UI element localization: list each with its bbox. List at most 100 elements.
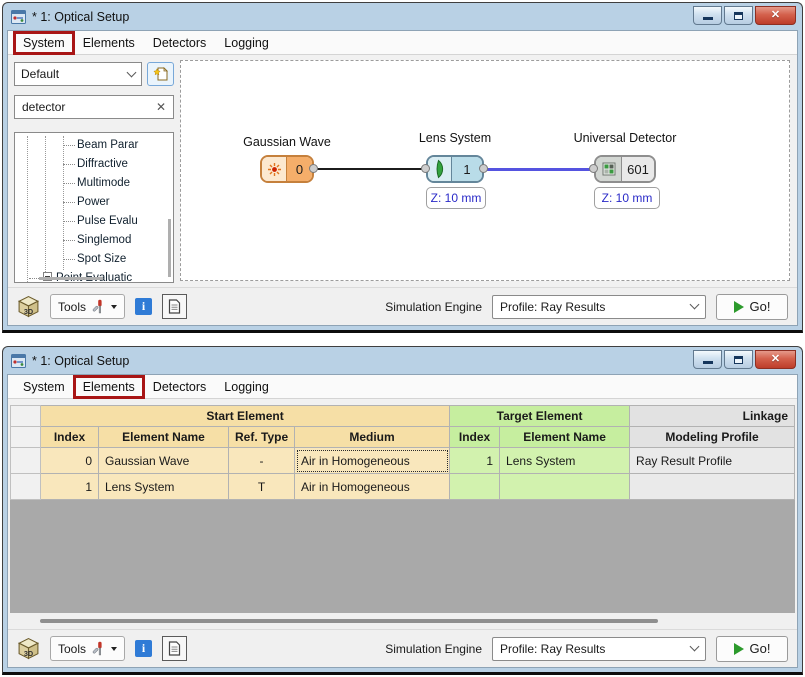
tree-item[interactable]: Beam Parar — [15, 136, 173, 155]
cell-ref-type[interactable]: T — [229, 474, 295, 500]
tab-elements[interactable]: Elements — [74, 32, 144, 54]
lens-output-port[interactable] — [479, 164, 488, 173]
scrollbar-thumb[interactable] — [40, 619, 658, 623]
restore-button[interactable] — [724, 6, 753, 25]
optical-setup-window-system: * 1: Optical Setup ✕ System Elements Det… — [2, 2, 803, 333]
start-element-group-header: Start Element — [41, 406, 450, 427]
tab-detectors[interactable]: Detectors — [144, 376, 216, 398]
tree-item[interactable]: Power — [15, 193, 173, 212]
close-button[interactable]: ✕ — [755, 6, 796, 25]
info-icon: i — [142, 641, 145, 656]
play-icon — [734, 301, 744, 313]
table-row: 1 Lens System T Air in Homogeneous — [11, 474, 795, 500]
cell-index[interactable]: 0 — [41, 448, 99, 474]
lens-z-position-badge[interactable]: Z: 10 mm — [426, 187, 486, 209]
tab-system[interactable]: System — [14, 376, 74, 398]
tree-item[interactable]: Diffractive — [15, 155, 173, 174]
tree-item-parent[interactable]: Point Evaluatic — [15, 269, 173, 283]
tree-vertical-scrollbar[interactable] — [168, 219, 171, 277]
cell-modeling-profile[interactable] — [630, 474, 795, 500]
cell-target-element-name[interactable]: Lens System — [500, 448, 630, 474]
universal-detector-node[interactable]: 601 — [594, 155, 656, 183]
cell-medium[interactable]: Air in Homogeneous — [295, 448, 450, 474]
tree-item-label: Singlemod — [77, 234, 131, 246]
comments-button[interactable] — [162, 294, 187, 319]
minimize-button[interactable] — [693, 350, 722, 369]
detector-node-index: 601 — [622, 157, 654, 181]
close-button[interactable]: ✕ — [755, 350, 796, 369]
minimize-icon — [703, 17, 713, 20]
cell-target-element-name[interactable] — [500, 474, 630, 500]
tools-button-label: Tools — [58, 300, 86, 314]
search-input[interactable]: detector ✕ — [14, 95, 174, 119]
lens-system-node[interactable]: 1 — [426, 155, 484, 183]
target-element-group-header: Target Element — [450, 406, 630, 427]
chevron-down-icon — [690, 300, 700, 310]
tree-item[interactable]: Singlemod — [15, 231, 173, 250]
titlebar[interactable]: * 1: Optical Setup ✕ — [3, 347, 802, 372]
document-icon — [168, 299, 181, 314]
gaussian-wave-node[interactable]: 0 — [260, 155, 314, 183]
tab-elements[interactable]: Elements — [74, 376, 144, 398]
cell-element-name[interactable]: Lens System — [99, 474, 229, 500]
window-client-area: System Elements Detectors Logging Start … — [7, 374, 798, 668]
lens-node-index: 1 — [452, 157, 482, 181]
detector-input-port[interactable] — [589, 164, 598, 173]
search-value: detector — [22, 100, 65, 114]
window-title: * 1: Optical Setup — [32, 10, 129, 24]
info-icon: i — [142, 299, 145, 314]
tree-item[interactable]: Pulse Evalu — [15, 212, 173, 231]
cell-target-index[interactable] — [450, 474, 500, 500]
minimize-button[interactable] — [693, 6, 722, 25]
go-button[interactable]: Go! — [716, 636, 788, 662]
cell-element-name[interactable]: Gaussian Wave — [99, 448, 229, 474]
cell-modeling-profile[interactable]: Ray Result Profile — [630, 448, 795, 474]
source-output-port[interactable] — [309, 164, 318, 173]
col-header-target-element-name: Element Name — [500, 427, 630, 448]
optical-setup-canvas[interactable]: Gaussian Wave Lens System Universal Dete… — [180, 60, 790, 281]
go-button[interactable]: Go! — [716, 294, 788, 320]
document-icon — [168, 641, 181, 656]
tree-item[interactable]: Multimode — [15, 174, 173, 193]
tab-system[interactable]: System — [14, 32, 74, 54]
new-preset-button[interactable] — [147, 62, 174, 86]
simulation-engine-dropdown[interactable]: Profile: Ray Results — [492, 637, 706, 661]
row-selector[interactable] — [11, 474, 41, 500]
restore-button[interactable] — [724, 350, 753, 369]
detector-z-position-badge[interactable]: Z: 10 mm — [594, 187, 660, 209]
tab-logging[interactable]: Logging — [215, 376, 278, 398]
cell-ref-type[interactable]: - — [229, 448, 295, 474]
preset-dropdown[interactable]: Default — [14, 62, 142, 86]
tree-item[interactable]: Spot Size — [15, 250, 173, 269]
row-selector[interactable] — [11, 448, 41, 474]
tools-button[interactable]: Tools — [50, 636, 125, 661]
tab-bar: System Elements Detectors Logging — [8, 375, 797, 399]
cell-target-index[interactable]: 1 — [450, 448, 500, 474]
tab-detectors[interactable]: Detectors — [144, 32, 216, 54]
3d-cube-icon: 3D — [17, 295, 40, 318]
info-button[interactable]: i — [135, 640, 152, 657]
3d-cube-icon: 3D — [17, 637, 40, 660]
tab-logging[interactable]: Logging — [215, 32, 278, 54]
simulation-engine-dropdown[interactable]: Profile: Ray Results — [492, 295, 706, 319]
cell-index[interactable]: 1 — [41, 474, 99, 500]
tree-horizontal-scrollbar[interactable] — [39, 277, 103, 280]
tools-button-label: Tools — [58, 642, 86, 656]
comments-button[interactable] — [162, 636, 187, 661]
simulation-engine-label: Simulation Engine — [385, 642, 482, 656]
cell-medium[interactable]: Air in Homogeneous — [295, 474, 450, 500]
light-source-icon — [267, 162, 282, 177]
preset-value: Default — [21, 67, 59, 81]
info-button[interactable]: i — [135, 298, 152, 315]
tools-dropdown-arrow-icon — [111, 647, 117, 651]
titlebar[interactable]: * 1: Optical Setup ✕ — [3, 3, 802, 28]
table-horizontal-scrollbar[interactable] — [10, 613, 795, 629]
lens-input-port[interactable] — [421, 164, 430, 173]
show-3d-view-button[interactable]: 3D — [17, 295, 40, 318]
tools-button[interactable]: Tools — [50, 294, 125, 319]
svg-text:3D: 3D — [24, 649, 33, 658]
detector-icon — [602, 162, 616, 176]
show-3d-view-button[interactable]: 3D — [17, 637, 40, 660]
clear-search-icon[interactable]: ✕ — [156, 100, 166, 114]
tree-item-label: Power — [77, 196, 110, 208]
